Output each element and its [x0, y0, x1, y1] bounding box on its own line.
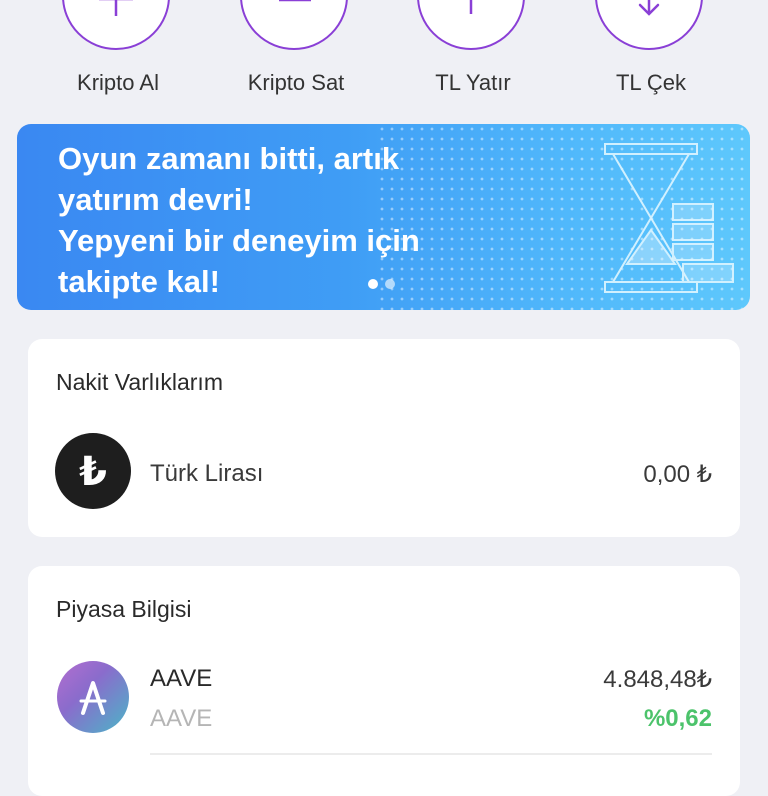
buy-crypto-label: Kripto Al — [77, 70, 159, 95]
sell-crypto-label: Kripto Sat — [247, 70, 345, 95]
asset-name[interactable]: Türk Lirası — [150, 460, 263, 488]
market-info-title: Piyasa Bilgisi — [56, 596, 192, 622]
minus-icon — [240, 0, 348, 50]
coin-change: %0,62 — [643, 705, 712, 732]
banner-page-dot[interactable] — [385, 279, 395, 289]
coin-name: AAVE — [150, 665, 213, 692]
list-divider — [150, 753, 712, 755]
deposit-tl-label: TL Yatır — [435, 70, 511, 95]
asset-balance: 0,00 ₺ — [643, 461, 712, 488]
quick-actions: Kripto Al Kripto Sat TL Yatır TL Çek — [0, 0, 768, 110]
hourglass-illustration — [604, 143, 734, 293]
promo-banner[interactable]: Oyun zamanı bitti, artık yatırım devri! … — [17, 124, 750, 310]
aave-icon — [57, 661, 129, 733]
cash-assets-title: Nakit Varlıklarım — [56, 369, 223, 395]
banner-line-3: Yepyeni bir deneyim için — [58, 223, 420, 258]
banner-page-dot-active[interactable] — [368, 279, 378, 289]
plus-icon — [62, 0, 170, 50]
turkish-lira-icon: ₺ — [55, 433, 131, 509]
withdraw-tl-label: TL Çek — [615, 70, 687, 95]
banner-line-2: yatırım devri! — [58, 182, 253, 217]
market-info-card: Piyasa Bilgisi AAVE AAVE 4.848,48₺ %0,62 — [28, 566, 740, 796]
banner-line-1: Oyun zamanı bitti, artık — [58, 141, 400, 176]
arrow-up-icon — [417, 0, 525, 50]
banner-line-4: takipte kal! — [58, 264, 220, 299]
cash-assets-card: Nakit Varlıklarım ₺ Türk Lirası 0,00 ₺ — [28, 339, 740, 537]
coin-price: 4.848,48₺ — [603, 666, 712, 693]
banner-text: Oyun zamanı bitti, artık yatırım devri! … — [58, 138, 538, 302]
coin-symbol: AAVE — [150, 705, 213, 732]
arrow-down-icon — [595, 0, 703, 50]
svg-text:₺: ₺ — [79, 449, 107, 495]
